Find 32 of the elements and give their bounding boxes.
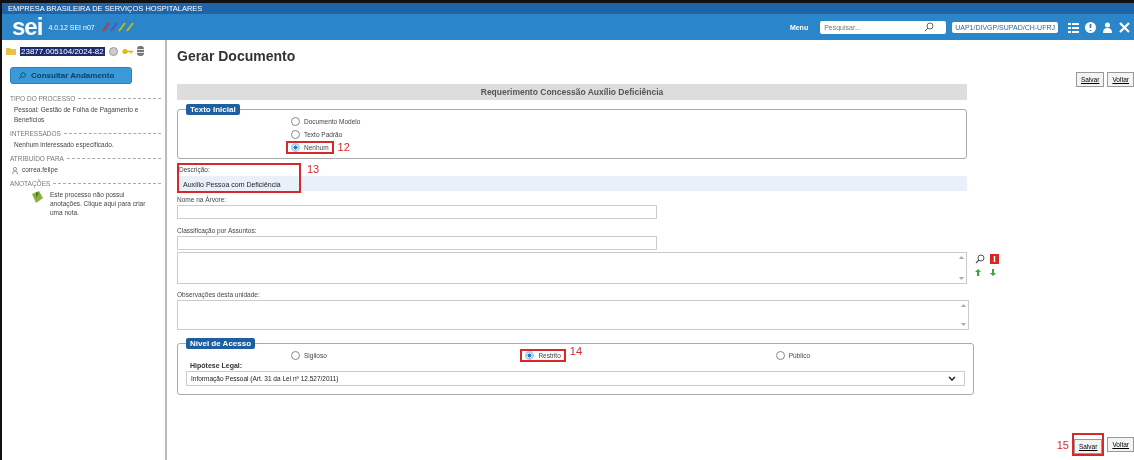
callout-number: 15	[1056, 438, 1069, 451]
remove-icon[interactable]	[990, 254, 999, 264]
user-icon	[12, 166, 18, 174]
scroll-arrows-icon[interactable]	[959, 255, 964, 281]
callout-number: 12	[337, 141, 350, 153]
chevron-down-icon	[948, 376, 956, 381]
page-title: Gerar Documento	[177, 48, 297, 64]
note-icon[interactable]	[30, 190, 44, 204]
key-icon	[121, 47, 133, 55]
process-number[interactable]: 23877.005104/2024-82	[20, 46, 105, 56]
user-icon[interactable]	[1102, 21, 1113, 33]
sei-logo[interactable]: sei	[12, 15, 43, 39]
search-icon	[18, 71, 26, 80]
document-type-bar: Requerimento Concessão Auxílio Deficiência	[177, 84, 967, 100]
section-legend: Nível de Acesso	[186, 338, 256, 349]
search-icon[interactable]	[975, 254, 985, 264]
callout-number: 13	[307, 163, 320, 175]
classification-field[interactable]	[177, 236, 657, 250]
search-icon[interactable]	[924, 22, 935, 32]
observations-field[interactable]	[177, 300, 969, 330]
consult-button[interactable]: Consultar Andamento	[10, 67, 132, 84]
grid-icon[interactable]	[1068, 21, 1079, 33]
folder-icon	[6, 47, 16, 55]
down-arrow-icon[interactable]	[990, 269, 996, 276]
info-icon[interactable]	[1085, 21, 1096, 33]
section-legend: Texto Inicial	[186, 104, 240, 115]
tools-icon[interactable]	[1119, 21, 1130, 33]
scroll-arrows-icon[interactable]	[961, 303, 966, 327]
callout-number: 14	[569, 345, 583, 357]
up-arrow-icon[interactable]	[975, 269, 981, 276]
database-icon	[136, 46, 144, 56]
tree-name-field[interactable]	[177, 205, 657, 219]
